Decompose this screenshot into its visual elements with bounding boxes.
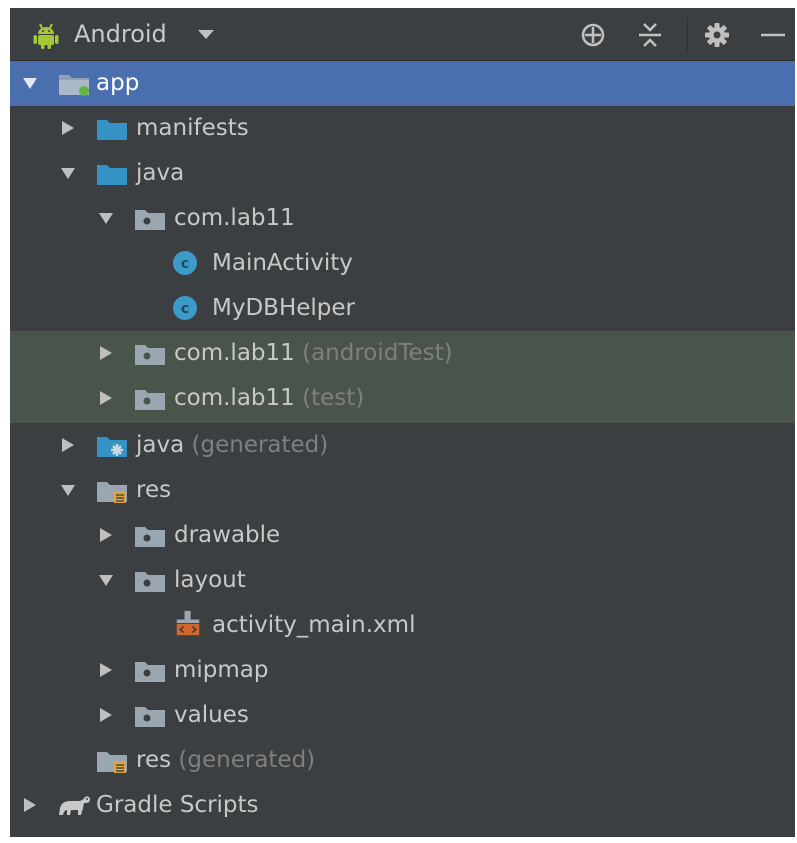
project-tool-window: Android app manifests java com.lab11 c M… (10, 8, 795, 837)
tree-node-label: Gradle Scripts (96, 792, 259, 818)
chevron-right-icon[interactable] (22, 783, 42, 828)
tree-node-drawable[interactable]: drawable (10, 513, 795, 558)
tree-node-label: drawable (174, 522, 281, 548)
package-icon (135, 527, 165, 547)
tree-node-label: manifests (136, 115, 249, 141)
tree-node-java-generated[interactable]: java (generated) (10, 423, 795, 468)
android-icon (33, 23, 59, 49)
folder-icon (97, 165, 127, 185)
tree-node-label: layout (174, 567, 246, 593)
tree-node-label: activity_main.xml (212, 612, 416, 638)
tree-node-label: com.lab11 (test) (174, 385, 365, 411)
tree-node-suffix: (generated) (191, 432, 329, 458)
chevron-right-icon[interactable] (98, 513, 118, 558)
resource-folder-icon (97, 752, 127, 773)
tree-node-label: res (generated) (136, 747, 316, 773)
chevron-down-icon[interactable] (60, 151, 80, 196)
gear-icon[interactable] (702, 20, 732, 50)
chevron-down-icon[interactable] (60, 468, 80, 513)
toolbar-separator (687, 18, 688, 52)
project-toolbar: Android (10, 8, 795, 61)
tree-node-db-helper[interactable]: c MyDBHelper (10, 286, 795, 331)
folder-icon (97, 120, 127, 140)
class-icon: c (173, 296, 197, 320)
locate-icon[interactable] (578, 20, 608, 50)
package-icon (135, 572, 165, 592)
tree-node-suffix: (generated) (178, 747, 316, 773)
tree-node-package-test[interactable]: com.lab11 (test) (10, 376, 795, 423)
tree-node-suffix: (androidTest) (302, 340, 453, 366)
generated-folder-icon (97, 437, 127, 457)
package-icon (135, 662, 165, 682)
tree-node-layout[interactable]: layout (10, 558, 795, 603)
chevron-down-icon[interactable] (98, 196, 118, 241)
chevron-right-icon[interactable] (98, 648, 118, 693)
tree-node-main-activity[interactable]: c MainActivity (10, 241, 795, 286)
chevron-right-icon[interactable] (98, 693, 118, 738)
tree-node-label: res (136, 477, 172, 503)
tree-node-activity-main-xml[interactable]: activity_main.xml (10, 603, 795, 648)
layout-file-icon (176, 610, 200, 636)
tree-node-label: mipmap (174, 657, 269, 683)
tree-node-label: app (96, 70, 140, 96)
tree-node-res[interactable]: res (10, 468, 795, 513)
tree-node-label: com.lab11 (androidTest) (174, 340, 453, 366)
collapse-all-icon[interactable] (635, 20, 665, 50)
chevron-right-icon[interactable] (60, 106, 80, 151)
tree-node-package-android-test[interactable]: com.lab11 (androidTest) (10, 331, 795, 376)
chevron-right-icon[interactable] (98, 331, 118, 376)
module-folder-icon (59, 75, 89, 96)
chevron-down-icon[interactable] (98, 558, 118, 603)
tree-node-label: values (174, 702, 249, 728)
tree-node-label: MyDBHelper (212, 295, 355, 321)
tree-node-gradle-scripts[interactable]: Gradle Scripts (10, 783, 795, 828)
tree-node-mipmap[interactable]: mipmap (10, 648, 795, 693)
package-icon (135, 210, 165, 230)
tree-node-java[interactable]: java (10, 151, 795, 196)
tree-node-app[interactable]: app (10, 61, 795, 106)
svg-text:c: c (181, 256, 189, 272)
class-icon: c (173, 251, 197, 275)
tree-node-label: java (136, 160, 185, 186)
gradle-icon (59, 796, 90, 815)
package-icon (135, 345, 165, 365)
tree-node-label: MainActivity (212, 250, 353, 276)
minimize-icon[interactable] (758, 20, 788, 50)
package-icon (135, 707, 165, 727)
package-icon (135, 390, 165, 410)
chevron-right-icon[interactable] (60, 423, 80, 468)
tree-node-values[interactable]: values (10, 693, 795, 738)
chevron-down-icon[interactable] (198, 30, 214, 39)
tree-node-label: com.lab11 (174, 205, 295, 231)
svg-text:c: c (181, 301, 189, 317)
tree-node-package-main[interactable]: com.lab11 (10, 196, 795, 241)
tree-node-label: java (generated) (136, 432, 329, 458)
view-mode-selector[interactable]: Android (74, 19, 167, 49)
tree-node-manifests[interactable]: manifests (10, 106, 795, 151)
chevron-down-icon[interactable] (22, 61, 42, 106)
resource-folder-icon (97, 482, 127, 503)
chevron-right-icon[interactable] (98, 376, 118, 421)
tree-node-suffix: (test) (302, 385, 365, 411)
tree-node-res-generated[interactable]: res (generated) (10, 738, 795, 783)
